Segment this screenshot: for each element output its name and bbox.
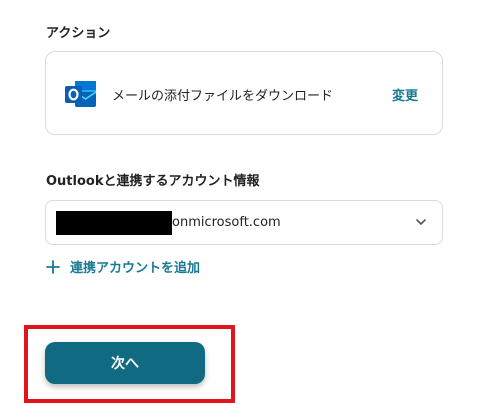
account-section-label: Outlookと連携するアカウント情報 [46,174,260,189]
change-action-link[interactable]: 変更 [392,85,418,104]
add-account-button[interactable]: 連携アカウントを追加 [46,257,200,276]
account-select[interactable]: onmicrosoft.com [45,200,443,245]
next-button[interactable]: 次へ [45,342,205,384]
plus-icon [46,259,60,274]
action-name: メールの添付ファイルをダウンロード [112,89,334,104]
chevron-down-icon [416,219,426,225]
outlook-icon [65,81,97,107]
redacted-area [56,211,172,235]
add-account-label: 連携アカウントを追加 [70,261,201,276]
action-card: メールの添付ファイルをダウンロード 変更 [45,51,443,135]
account-value: onmicrosoft.com [172,215,281,230]
action-section-label: アクション [46,26,111,41]
